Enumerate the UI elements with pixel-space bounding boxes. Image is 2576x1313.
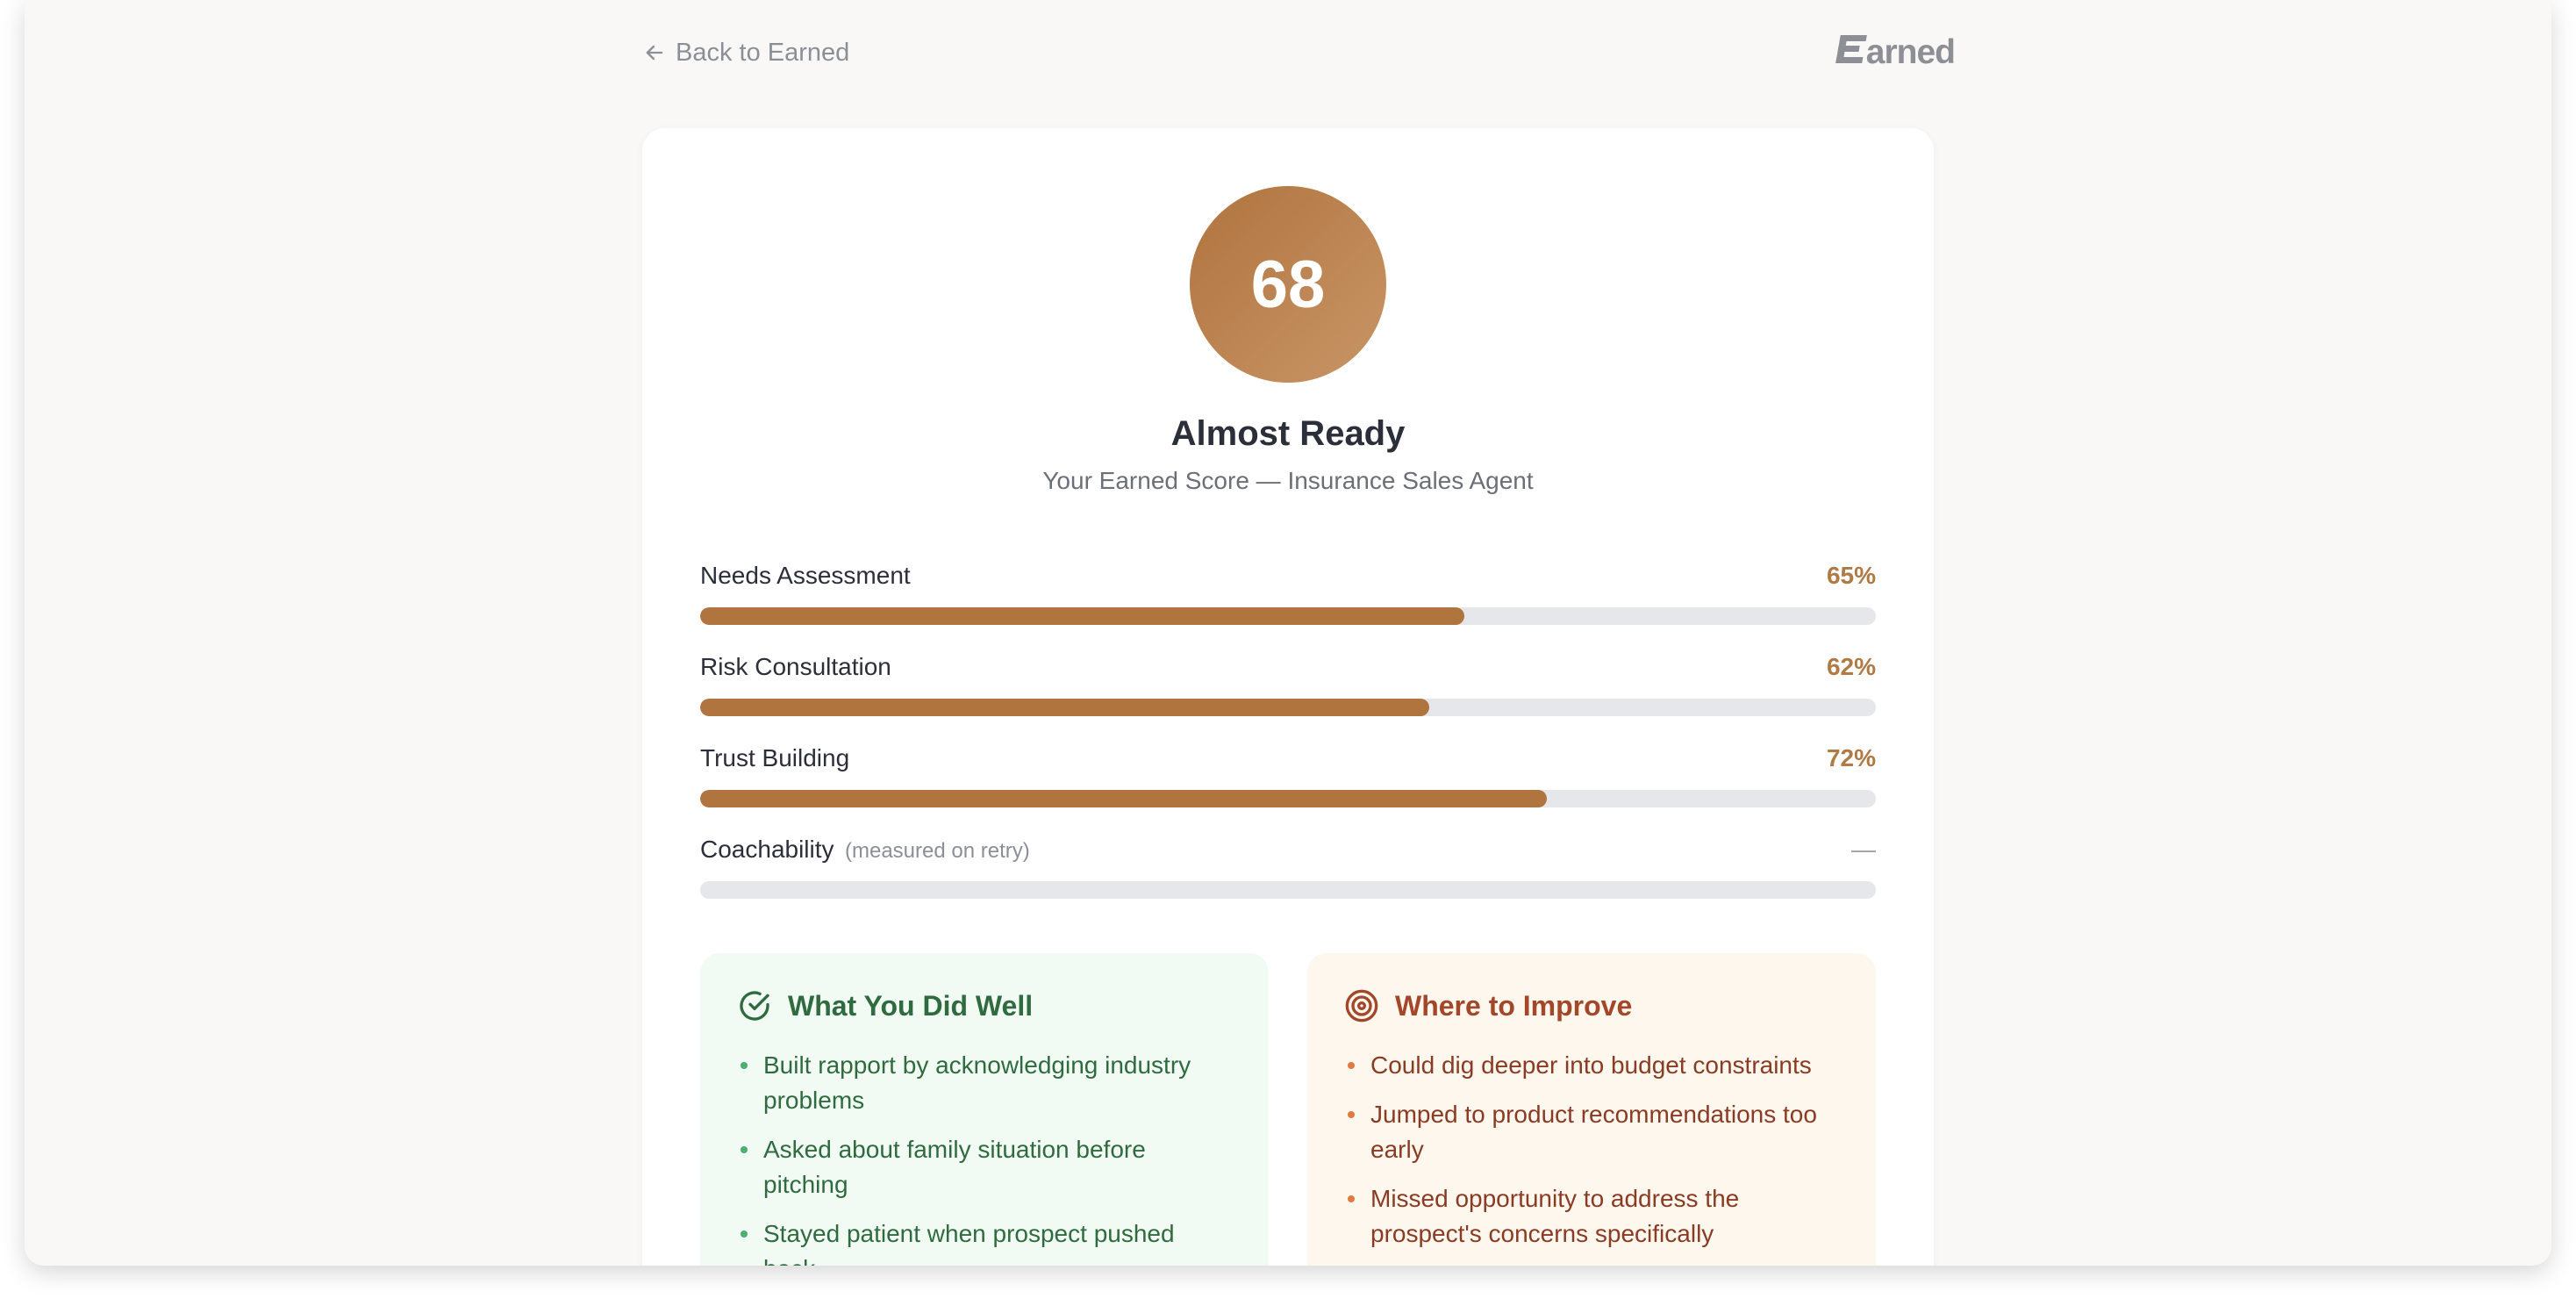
where-to-improve-panel: Where to Improve Could dig deeper into b… — [1307, 953, 1876, 1266]
logo-e-mark — [1835, 35, 1867, 63]
metric-label: Risk Consultation — [700, 653, 891, 680]
back-to-earned-link[interactable]: Back to Earned — [642, 39, 849, 68]
list-item: Missed opportunity to address the prospe… — [1344, 1181, 1839, 1252]
score-value: 68 — [1250, 247, 1326, 322]
list-item: Jumped to product recommendations too ea… — [1344, 1097, 1839, 1167]
panel-title: What You Did Well — [788, 989, 1034, 1022]
metric-label: Coachability — [700, 836, 834, 863]
progress-track — [700, 881, 1876, 899]
progress-track — [700, 790, 1876, 807]
target-icon — [1345, 989, 1378, 1022]
metric-value: 65% — [1826, 562, 1876, 589]
progress-fill — [700, 699, 1429, 716]
improvements-list: Could dig deeper into budget constraints… — [1344, 1048, 1839, 1252]
score-badge: 68 — [1190, 186, 1386, 383]
earned-logo[interactable]: arned — [1835, 33, 1956, 72]
metric-value: 62% — [1826, 653, 1876, 680]
panel-title: Where to Improve — [1395, 989, 1633, 1022]
what-you-did-well-panel: What You Did Well Built rapport by ackno… — [700, 953, 1269, 1266]
top-bar: Back to Earned arned — [642, 25, 1956, 81]
metric-note: (measured on retry) — [844, 839, 1030, 863]
progress-fill — [700, 790, 1547, 807]
progress-fill — [700, 607, 1464, 625]
metric-label: Needs Assessment — [700, 562, 911, 589]
list-item: Asked about family situation before pitc… — [737, 1132, 1232, 1202]
metric-value: 72% — [1826, 744, 1876, 771]
status-title: Almost Ready — [1170, 414, 1406, 453]
metric-value: — — [1851, 836, 1876, 863]
score-card: 68 Almost Ready Your Earned Score — Insu… — [642, 128, 1934, 1266]
metric-needs-assessment: Needs Assessment 65% — [700, 562, 1876, 653]
progress-track — [700, 699, 1876, 716]
list-item: Could dig deeper into budget constraints — [1344, 1048, 1839, 1083]
arrow-left-icon — [646, 45, 663, 61]
browser-window: Back to Earned arned 68 Almost Ready You… — [25, 0, 2551, 1266]
metric-trust-building: Trust Building 72% — [700, 744, 1876, 836]
back-link-label: Back to Earned — [676, 38, 850, 67]
logo-text: arned — [1865, 33, 1956, 71]
metric-risk-consultation: Risk Consultation 62% — [700, 653, 1876, 744]
list-item: Built rapport by acknowledging industry … — [737, 1048, 1232, 1118]
check-circle-icon — [740, 991, 769, 1021]
metric-label: Trust Building — [700, 744, 850, 771]
strengths-list: Built rapport by acknowledging industry … — [737, 1048, 1232, 1266]
status-subtitle: Your Earned Score — Insurance Sales Agen… — [1042, 467, 1534, 494]
metrics-list: Needs Assessment 65% Risk Consultation 6… — [700, 562, 1876, 927]
metric-coachability: Coachability (measured on retry) — — [700, 836, 1876, 927]
progress-track — [700, 607, 1876, 625]
list-item: Stayed patient when prospect pushed back — [737, 1216, 1232, 1266]
